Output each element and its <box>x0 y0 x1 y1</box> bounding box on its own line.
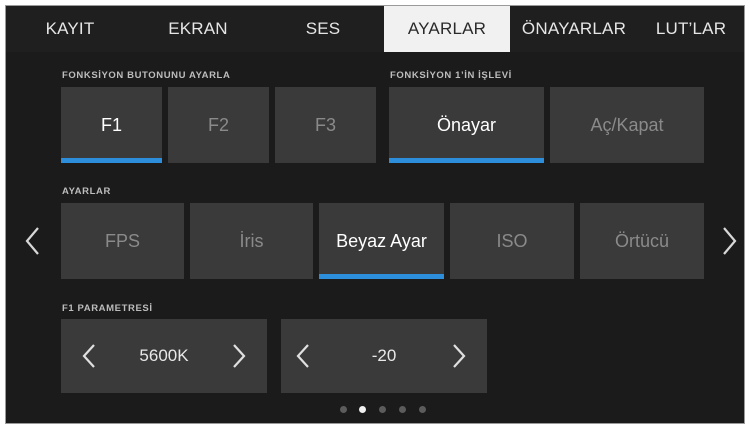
chevron-right-icon <box>723 227 737 255</box>
page-indicator <box>6 406 744 416</box>
tab-ses[interactable]: SES <box>262 6 384 52</box>
setting-iso-label: ISO <box>496 231 528 251</box>
toggle-action-button[interactable]: Aç/Kapat <box>550 87 704 163</box>
page-dot[interactable] <box>340 406 347 413</box>
tab-ayarlar[interactable]: AYARLAR <box>384 6 510 52</box>
setting-fps-button[interactable]: FPS <box>61 203 184 279</box>
chevron-left-icon <box>82 344 95 368</box>
tab-lutlar[interactable]: LUT’LAR <box>638 6 744 52</box>
camera-menu-screen: KAYIT EKRAN SES AYARLAR ÖNAYARLAR LUT’LA… <box>5 5 745 424</box>
f1-button-label: F1 <box>100 115 122 135</box>
tab-kayit[interactable]: KAYIT <box>6 6 134 52</box>
setting-iris-label: İris <box>239 231 264 251</box>
tint-stepper[interactable]: -20 <box>281 319 487 393</box>
selection-indicator <box>61 158 162 163</box>
setting-shutter-label: Örtücü <box>614 231 670 251</box>
white-balance-increase[interactable] <box>223 341 253 371</box>
f3-button-label: F3 <box>314 115 336 135</box>
f3-button[interactable]: F3 <box>275 87 376 163</box>
tint-decrease[interactable] <box>289 341 319 371</box>
tab-ekran[interactable]: EKRAN <box>134 6 262 52</box>
f2-button[interactable]: F2 <box>168 87 269 163</box>
selection-indicator <box>389 158 544 163</box>
preset-action-button[interactable]: Önayar <box>389 87 544 163</box>
page-dot[interactable] <box>419 406 426 413</box>
tint-increase[interactable] <box>443 341 473 371</box>
f1-button[interactable]: F1 <box>61 87 162 163</box>
selection-indicator <box>319 274 444 279</box>
settings-prev-arrow[interactable] <box>22 225 44 257</box>
chevron-right-icon <box>453 344 466 368</box>
setting-iso-button[interactable]: ISO <box>450 203 574 279</box>
chevron-left-icon <box>25 227 39 255</box>
setting-white-balance-label: Beyaz Ayar <box>336 231 427 251</box>
white-balance-stepper[interactable]: 5600K <box>61 319 267 393</box>
white-balance-value: 5600K <box>139 346 189 365</box>
tab-bar: KAYIT EKRAN SES AYARLAR ÖNAYARLAR LUT’LA… <box>6 6 744 52</box>
white-balance-decrease[interactable] <box>75 341 105 371</box>
setting-iris-button[interactable]: İris <box>190 203 313 279</box>
setting-shutter-button[interactable]: Örtücü <box>580 203 704 279</box>
toggle-action-label: Aç/Kapat <box>590 115 664 135</box>
settings-next-arrow[interactable] <box>718 225 740 257</box>
setting-white-balance-button[interactable]: Beyaz Ayar <box>319 203 444 279</box>
function-action-label: FONKSİYON 1’İN İŞLEVİ <box>390 70 512 81</box>
settings-label: AYARLAR <box>62 186 111 197</box>
page-dot[interactable] <box>379 406 386 413</box>
setting-fps-label: FPS <box>104 231 140 251</box>
tint-value: -20 <box>371 346 397 365</box>
preset-action-label: Önayar <box>436 115 497 135</box>
chevron-left-icon <box>296 344 309 368</box>
page-dot[interactable] <box>399 406 406 413</box>
page-dot-active[interactable] <box>359 406 366 413</box>
chevron-right-icon <box>233 344 246 368</box>
function-button-label: FONKSİYON BUTONUNU AYARLA <box>62 70 231 81</box>
parameter-label: F1 PARAMETRESİ <box>62 303 153 314</box>
tab-onayarlar[interactable]: ÖNAYARLAR <box>510 6 638 52</box>
f2-button-label: F2 <box>207 115 229 135</box>
